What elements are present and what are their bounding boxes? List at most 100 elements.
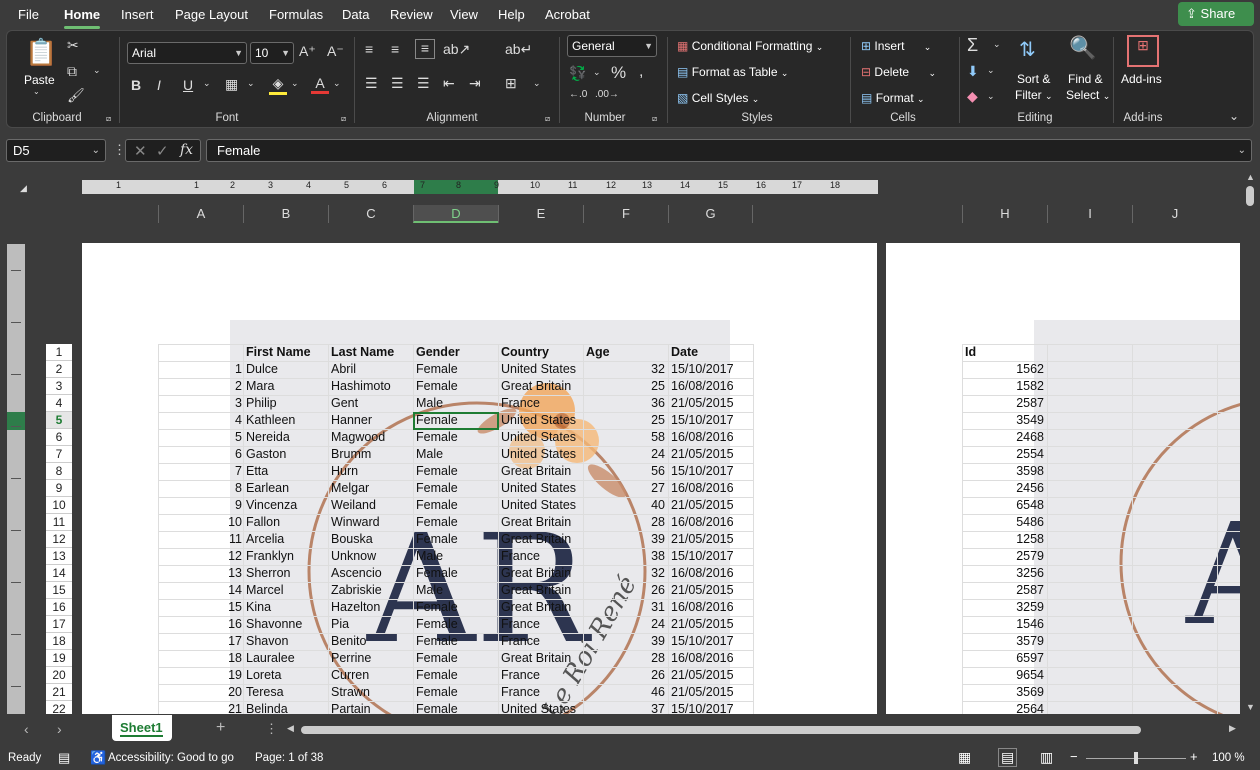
chevron-down-icon[interactable]: ⌄ [33,87,40,96]
last-name-cell[interactable]: Zabriskie [328,582,413,599]
country-cell[interactable]: Great Britain [498,565,583,582]
chevron-down-icon[interactable]: ⌄ [291,78,299,89]
first-name-cell[interactable]: Belinda [243,701,328,714]
column-header-e[interactable]: E [498,205,583,223]
date-cell[interactable]: 21/05/2015 [668,684,753,701]
row-header[interactable]: 10 [46,497,72,514]
last-name-cell[interactable]: Strawn [328,684,413,701]
first-name-cell[interactable]: Sherron [243,565,328,582]
decrease-decimal-icon[interactable]: .00→ [595,89,619,100]
row-index-cell[interactable]: 1 [219,361,245,378]
column-header-h[interactable]: H [962,205,1047,223]
row-index-cell[interactable]: 21 [219,701,245,714]
country-cell[interactable]: France [498,684,583,701]
scroll-right-icon[interactable]: ▶ [1229,723,1236,734]
last-name-cell[interactable]: Benito [328,633,413,650]
id-cell[interactable]: 2554 [962,446,1047,463]
chevron-down-icon[interactable]: ⌄ [593,67,601,78]
gender-cell[interactable]: Female [413,361,498,378]
id-cell[interactable]: 1546 [962,616,1047,633]
age-cell[interactable]: 39 [583,531,668,548]
column-title-cell[interactable]: Gender [413,344,498,361]
country-cell[interactable]: France [498,395,583,412]
country-cell[interactable]: Great Britain [498,650,583,667]
row-header[interactable]: 15 [46,582,72,599]
cut-icon[interactable]: ✂ [67,37,79,54]
first-name-cell[interactable]: Dulce [243,361,328,378]
align-top-icon[interactable]: ≡ [365,41,373,57]
select-all-icon[interactable]: ◢ [20,183,27,194]
date-cell[interactable]: 16/08/2016 [668,599,753,616]
gender-cell[interactable]: Male [413,582,498,599]
merge-center-icon[interactable]: ⊞ [505,75,517,92]
row-index-cell[interactable]: 11 [219,531,245,548]
country-cell[interactable]: Great Britain [498,463,583,480]
scroll-up-icon[interactable]: ▲ [1246,172,1255,182]
first-name-cell[interactable]: Mara [243,378,328,395]
id-cell[interactable]: 3256 [962,565,1047,582]
age-cell[interactable]: 26 [583,582,668,599]
column-header-c[interactable]: C [328,205,413,223]
row-header[interactable]: 4 [46,395,72,412]
gender-cell[interactable]: Female [413,480,498,497]
age-cell[interactable]: 58 [583,429,668,446]
age-cell[interactable]: 38 [583,548,668,565]
row-header[interactable]: 6 [46,429,72,446]
country-cell[interactable]: Great Britain [498,582,583,599]
row-index-cell[interactable]: 9 [219,497,245,514]
row-index-cell[interactable]: 7 [219,463,245,480]
age-cell[interactable]: 26 [583,667,668,684]
align-left-icon[interactable]: ☰ [365,75,378,92]
last-name-cell[interactable]: Pia [328,616,413,633]
share-button[interactable]: ⇪ Share [1178,2,1254,26]
tab-options-icon[interactable]: ⋮ [265,721,278,737]
first-name-cell[interactable]: Arcelia [243,531,328,548]
scroll-down-icon[interactable]: ▼ [1246,702,1255,712]
dialog-launcher-icon[interactable]: ⧄ [652,114,657,124]
id-cell[interactable]: 3598 [962,463,1047,480]
row-index-cell[interactable]: 4 [219,412,245,429]
id-cell[interactable]: 6548 [962,497,1047,514]
first-name-cell[interactable]: Philip [243,395,328,412]
align-center-icon[interactable]: ☰ [391,75,404,92]
country-cell[interactable]: France [498,616,583,633]
country-cell[interactable]: France [498,633,583,650]
id-cell[interactable]: 3579 [962,633,1047,650]
row-header[interactable]: 5 [46,412,72,429]
autosum-icon[interactable]: Σ [967,35,978,56]
font-size-combo[interactable]: 10 ▼ [250,42,294,64]
age-cell[interactable]: 24 [583,616,668,633]
date-cell[interactable]: 21/05/2015 [668,582,753,599]
decrease-font-icon[interactable]: A⁻ [327,43,344,60]
last-name-cell[interactable]: Melgar [328,480,413,497]
first-name-cell[interactable]: Franklyn [243,548,328,565]
menu-formulas[interactable]: Formulas [269,6,323,24]
gender-cell[interactable]: Female [413,497,498,514]
last-name-cell[interactable]: Winward [328,514,413,531]
column-header-b[interactable]: B [243,205,328,223]
last-name-cell[interactable]: Ascencio [328,565,413,582]
last-name-cell[interactable]: Abril [328,361,413,378]
age-cell[interactable]: 28 [583,650,668,667]
column-header-f[interactable]: F [583,205,668,223]
id-cell[interactable]: 5486 [962,514,1047,531]
country-cell[interactable]: United States [498,361,583,378]
vertical-scrollbar[interactable]: ▲ ▼ [1243,172,1257,714]
gender-cell[interactable]: Female [413,650,498,667]
id-cell[interactable]: 2587 [962,395,1047,412]
first-name-cell[interactable]: Kina [243,599,328,616]
row-index-cell[interactable]: 3 [219,395,245,412]
last-name-cell[interactable]: Curren [328,667,413,684]
id-cell[interactable]: 6597 [962,650,1047,667]
fill-icon[interactable]: ⬇ [967,63,979,80]
menu-data[interactable]: Data [342,6,369,24]
gender-cell[interactable]: Female [413,531,498,548]
decrease-indent-icon[interactable]: ⇤ [443,75,455,92]
first-name-cell[interactable]: Vincenza [243,497,328,514]
paste-icon[interactable]: 📋 [25,37,57,71]
last-name-cell[interactable]: Hanner [328,412,413,429]
chevron-down-icon[interactable]: ⌄ [247,78,255,89]
prev-sheet-icon[interactable]: ‹ [24,721,29,737]
first-name-cell[interactable]: Kathleen [243,412,328,429]
age-cell[interactable]: 32 [583,361,668,378]
